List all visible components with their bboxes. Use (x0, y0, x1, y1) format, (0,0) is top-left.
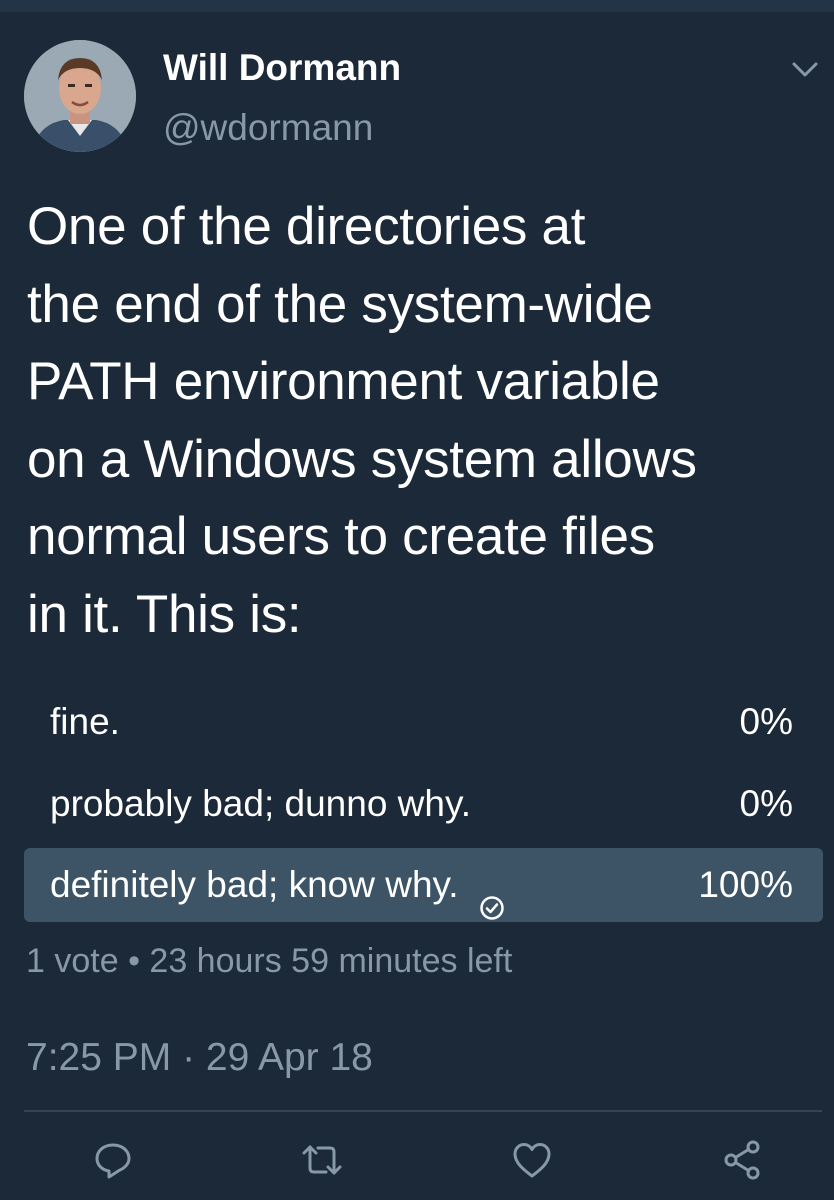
poll-option-label-row: definitely bad; know why. (50, 848, 505, 922)
tweet-text-line: in it. This is: (27, 584, 302, 644)
tweet-timestamp[interactable]: 7:25 PM · 29 Apr 18 (26, 1032, 373, 1084)
share-icon (724, 1140, 760, 1180)
avatar-image (24, 40, 136, 152)
poll-option-definitely-bad: definitely bad; know why. 100% (24, 848, 823, 922)
author-name[interactable]: Will Dormann (163, 44, 401, 92)
reply-button[interactable] (91, 1138, 135, 1182)
top-strip (0, 0, 834, 12)
divider (24, 1110, 822, 1112)
retweet-icon (302, 1145, 342, 1175)
poll-option-label: probably bad; dunno why. (50, 783, 472, 824)
tweet-text: One of the directories at the end of the… (27, 188, 817, 653)
tweet-text-line: normal users to create files (27, 507, 655, 566)
share-button[interactable] (720, 1138, 764, 1182)
poll-option-label: fine. (50, 701, 120, 742)
tweet-text-line: the end of the system-wide (27, 274, 653, 334)
like-button[interactable] (510, 1138, 554, 1182)
poll-option-fine: fine. 0% (24, 685, 823, 759)
poll-option-percent: 0% (739, 701, 793, 742)
poll-option-percent: 100% (698, 864, 793, 905)
heart-icon (513, 1143, 551, 1178)
poll-option-percent: 0% (739, 783, 793, 824)
author-handle[interactable]: @wdormann (163, 104, 373, 152)
avatar[interactable] (24, 40, 136, 152)
poll-option-label: definitely bad; know why. (50, 864, 459, 905)
check-circle-icon (479, 872, 505, 920)
poll-option-probably-bad: probably bad; dunno why. 0% (24, 767, 823, 841)
retweet-button[interactable] (300, 1138, 344, 1182)
tweet-text-line: One of the directories at (27, 197, 586, 256)
tweet-text-line: PATH environment variable (27, 352, 660, 411)
chevron-down-icon[interactable] (790, 58, 820, 82)
reply-icon (95, 1143, 131, 1179)
tweet-text-line: on a Windows system allows (27, 429, 697, 489)
poll-meta: 1 vote • 23 hours 59 minutes left (26, 942, 513, 980)
